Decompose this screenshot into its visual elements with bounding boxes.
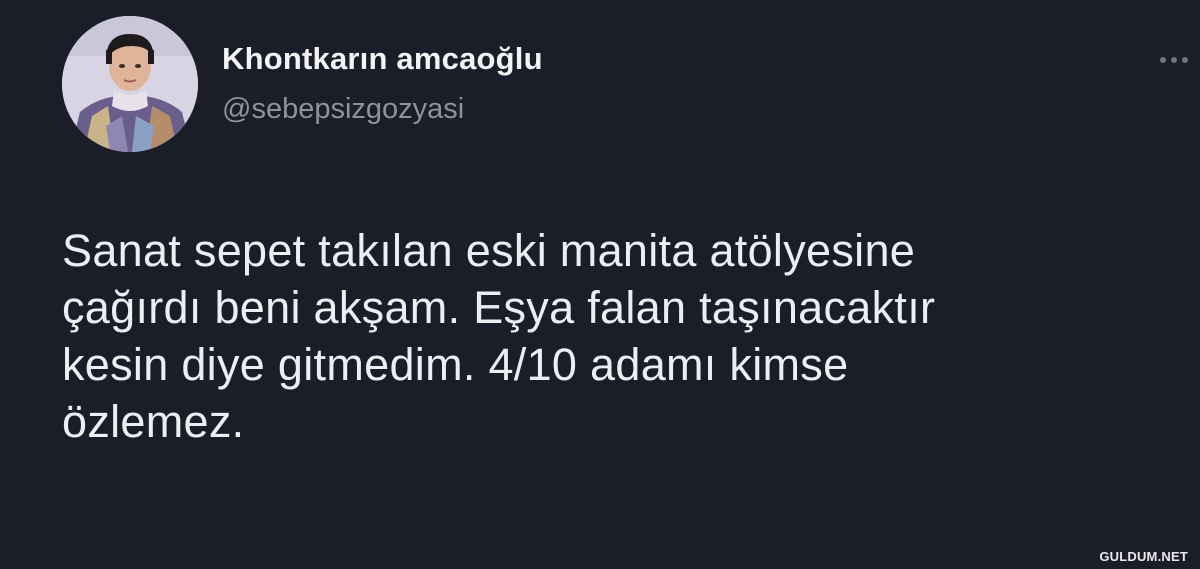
more-options-icon-dot bbox=[1182, 57, 1188, 63]
profile-photo-icon bbox=[62, 16, 198, 152]
tweet-text-line: çağırdı beni akşam. Eşya falan taşınacak… bbox=[62, 282, 936, 333]
tweet-text-line: kesin diye gitmedim. 4/10 adamı kimse bbox=[62, 339, 849, 390]
avatar[interactable] bbox=[62, 16, 198, 152]
more-options-button[interactable] bbox=[1160, 48, 1196, 72]
tweet-text-line: özlemez. bbox=[62, 396, 245, 447]
site-watermark: GULDUM.NET bbox=[1099, 549, 1188, 564]
more-options-icon-dot bbox=[1171, 57, 1177, 63]
author-display-name[interactable]: Khontkarın amcaoğlu bbox=[222, 41, 543, 77]
tweet-text-line: Sanat sepet takılan eski manita atölyesi… bbox=[62, 225, 916, 276]
tweet-text: Sanat sepet takılan eski manita atölyesi… bbox=[62, 222, 1182, 450]
more-options-icon bbox=[1160, 57, 1166, 63]
tweet-card: Khontkarın amcaoğlu @sebepsizgozyasi San… bbox=[0, 0, 1200, 569]
author-handle[interactable]: @sebepsizgozyasi bbox=[222, 93, 464, 126]
